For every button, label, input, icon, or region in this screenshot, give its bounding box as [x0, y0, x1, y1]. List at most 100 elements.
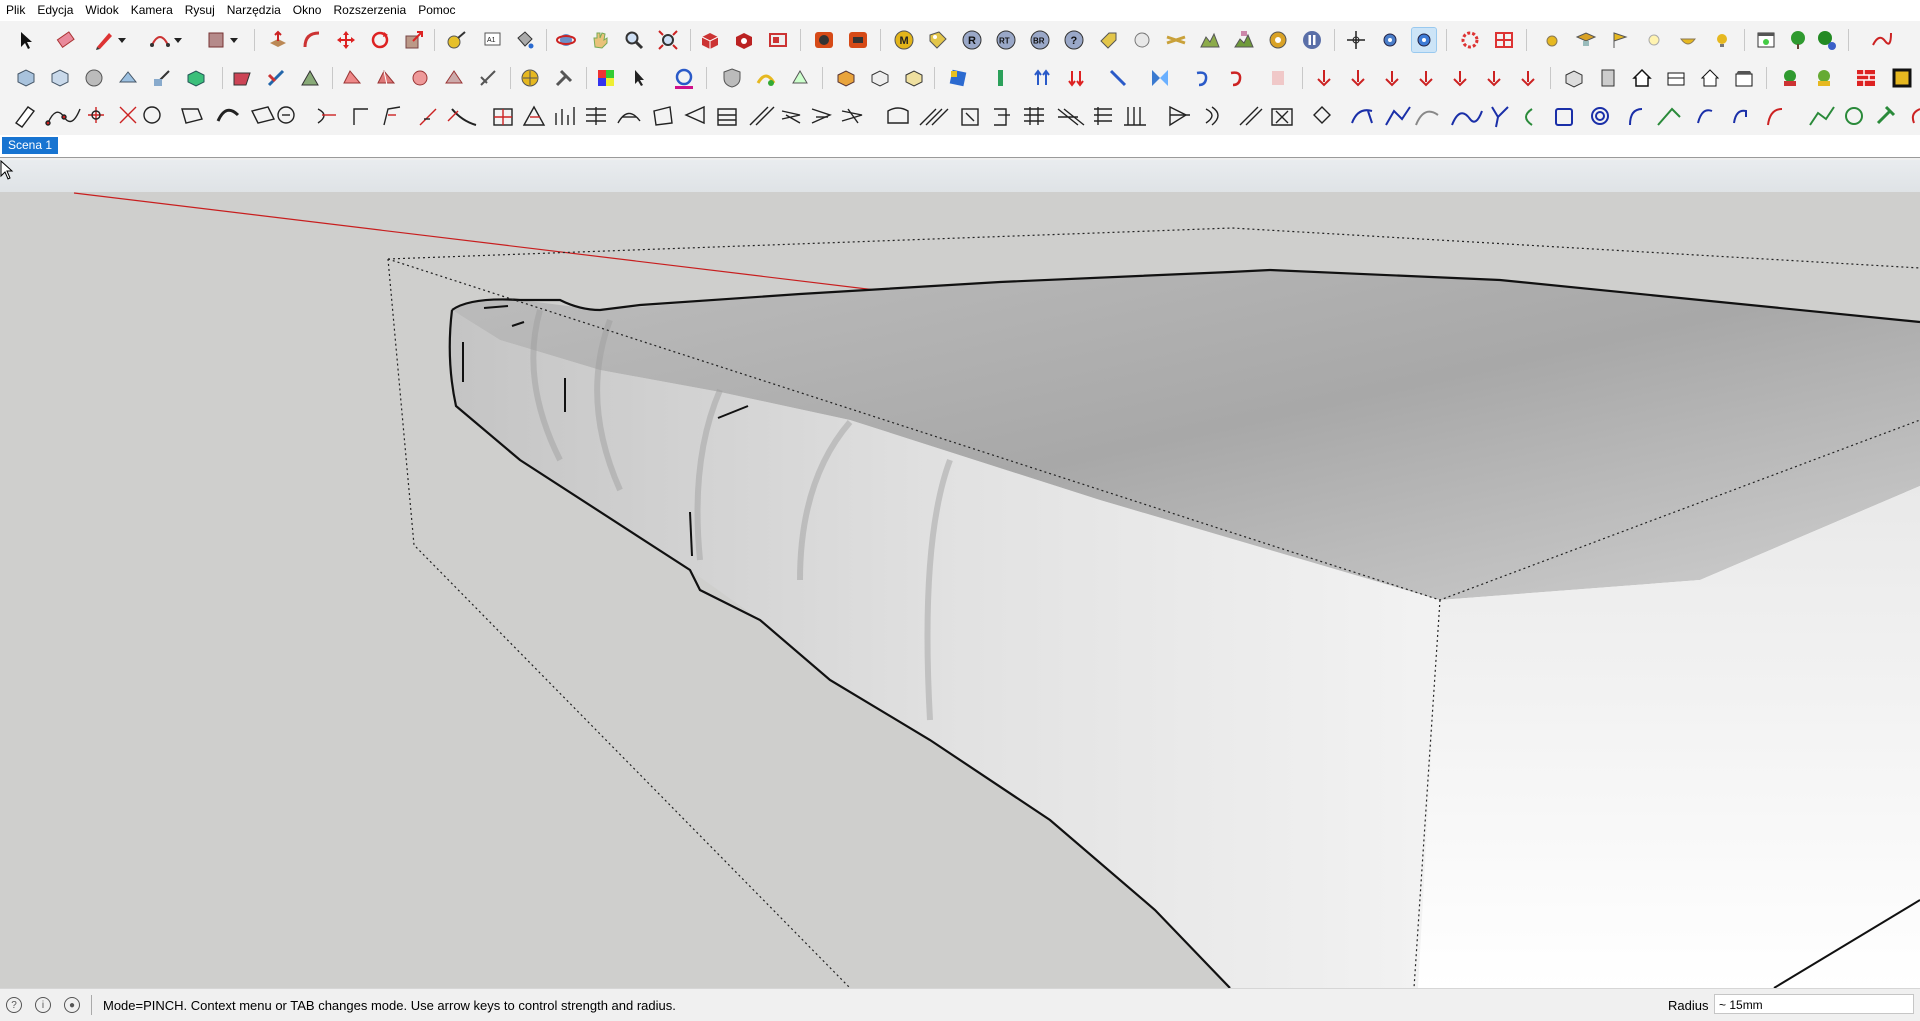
- wall-button[interactable]: [1854, 66, 1878, 90]
- view-top-button[interactable]: [48, 66, 72, 90]
- solid-subtract-button[interactable]: [264, 66, 288, 90]
- axis-ar-button[interactable]: [1380, 66, 1404, 90]
- menu-rysuj[interactable]: Rysuj: [179, 0, 221, 21]
- solid-intersect-button[interactable]: [298, 66, 322, 90]
- follow-me-tool-button[interactable]: [300, 28, 324, 52]
- terrain-stamp-button[interactable]: [1232, 28, 1256, 52]
- model-scene[interactable]: [0, 160, 1920, 988]
- window-tool-button[interactable]: [1754, 28, 1778, 52]
- tree-settings-button[interactable]: [1814, 28, 1838, 52]
- active-sculpt-button[interactable]: [1411, 27, 1437, 53]
- house-box-button[interactable]: [1562, 66, 1586, 90]
- orbit-tool-button[interactable]: [554, 28, 578, 52]
- sphere-tool-button[interactable]: [1130, 28, 1154, 52]
- view-right-button[interactable]: [116, 66, 140, 90]
- warehouse-button[interactable]: [698, 28, 722, 52]
- eraser-tool-button[interactable]: [54, 28, 78, 52]
- axis-af-button[interactable]: [1516, 66, 1540, 90]
- push-pull-tool-button[interactable]: [266, 28, 290, 52]
- trim-tool-button[interactable]: [408, 66, 432, 90]
- cross-tool-button[interactable]: [1164, 28, 1188, 52]
- text-tool-button[interactable]: A1: [480, 28, 504, 52]
- bridge-tool-button[interactable]: [754, 66, 778, 90]
- mode-br-button[interactable]: BR: [1028, 28, 1052, 52]
- credits-icon[interactable]: i: [35, 997, 51, 1013]
- soft-shape-button[interactable]: [788, 66, 812, 90]
- extension-warehouse-button[interactable]: [732, 28, 756, 52]
- bowl-tool-button[interactable]: [1676, 28, 1700, 52]
- scale-tool-button[interactable]: [402, 28, 426, 52]
- menu-narzedzia[interactable]: Narzędzia: [221, 0, 287, 21]
- yellow-sphere-button[interactable]: [1540, 28, 1564, 52]
- door-button[interactable]: [1596, 66, 1620, 90]
- scene-tab-1[interactable]: Scena 1: [2, 137, 59, 154]
- outer-shell-button[interactable]: [442, 66, 466, 90]
- zoom-tool-button[interactable]: [622, 28, 646, 52]
- axis-az-button[interactable]: [1482, 66, 1506, 90]
- faded-button[interactable]: [1266, 66, 1290, 90]
- tools-button[interactable]: [552, 66, 576, 90]
- settings-gear-button[interactable]: [1378, 28, 1402, 52]
- menu-okno[interactable]: Okno: [287, 0, 328, 21]
- zoom-extents-tool-button[interactable]: [656, 28, 680, 52]
- tree-tool-button[interactable]: [1786, 28, 1810, 52]
- select-tool-button[interactable]: [14, 28, 38, 52]
- user-account-icon[interactable]: ●: [64, 997, 80, 1013]
- paint-material-button[interactable]: [946, 66, 970, 90]
- radius-measurement-input[interactable]: ~ 15mm: [1714, 994, 1914, 1014]
- vertical-tool-button[interactable]: [988, 66, 1012, 90]
- arc-tool-button[interactable]: [148, 28, 172, 52]
- view-back-button[interactable]: [150, 66, 174, 90]
- view-left-button[interactable]: [184, 66, 208, 90]
- redo-curve-button[interactable]: [1224, 66, 1248, 90]
- pencil-tool-button[interactable]: [92, 28, 116, 52]
- grid-table-button[interactable]: [1492, 28, 1516, 52]
- roof-button[interactable]: [1698, 66, 1722, 90]
- flag-tool-button[interactable]: [1608, 28, 1632, 52]
- fillet-tool-button[interactable]: [476, 66, 500, 90]
- solid-union-button[interactable]: [230, 66, 254, 90]
- garage-button[interactable]: [1732, 66, 1756, 90]
- menu-plik[interactable]: Plik: [0, 0, 31, 21]
- component-box-button[interactable]: [868, 66, 892, 90]
- section-gear-button[interactable]: [1458, 28, 1482, 52]
- light-tool-button[interactable]: [1642, 28, 1666, 52]
- stretch-button[interactable]: [1106, 66, 1130, 90]
- rectangle-dropdown-chevron[interactable]: [228, 28, 240, 52]
- pointer-sample-button[interactable]: [628, 66, 652, 90]
- rectangle-tool-button[interactable]: [204, 28, 228, 52]
- menu-kamera[interactable]: Kamera: [125, 0, 179, 21]
- arc-dropdown-chevron[interactable]: [172, 28, 184, 52]
- frame-button[interactable]: [1890, 66, 1914, 90]
- shell-tool-button[interactable]: [340, 66, 364, 90]
- shield-tool-button[interactable]: [720, 66, 744, 90]
- record-button[interactable]: [812, 28, 836, 52]
- pause-button[interactable]: [1300, 28, 1324, 52]
- plant-red-button[interactable]: [1778, 66, 1802, 90]
- compass-button[interactable]: [518, 66, 542, 90]
- align-up-button[interactable]: [1030, 66, 1054, 90]
- group-box-button[interactable]: [834, 66, 858, 90]
- explode-box-button[interactable]: [902, 66, 926, 90]
- tag-tool-button[interactable]: [926, 28, 950, 52]
- menu-widok[interactable]: Widok: [79, 0, 124, 21]
- menu-edycja[interactable]: Edycja: [31, 0, 79, 21]
- view-iso-button[interactable]: [14, 66, 38, 90]
- bulb-tool-button[interactable]: [1710, 28, 1734, 52]
- pencil-dropdown-chevron[interactable]: [116, 28, 128, 52]
- axis-av-button[interactable]: [1414, 66, 1438, 90]
- menu-pomoc[interactable]: Pomoc: [412, 0, 461, 21]
- pan-tool-button[interactable]: [588, 28, 612, 52]
- curve-draw-button[interactable]: [1870, 28, 1894, 52]
- label-tool-button[interactable]: [1096, 28, 1120, 52]
- mode-rt-button[interactable]: RT: [994, 28, 1018, 52]
- plant-yellow-button[interactable]: [1812, 66, 1836, 90]
- align-down-button[interactable]: [1064, 66, 1088, 90]
- target-button[interactable]: [1266, 28, 1290, 52]
- gradient-g-button[interactable]: [672, 66, 696, 90]
- paint-bucket-tool-button[interactable]: [512, 28, 536, 52]
- menu-rozszerzenia[interactable]: Rozszerzenia: [327, 0, 412, 21]
- mode-m-button[interactable]: M: [892, 28, 916, 52]
- axis-an-button[interactable]: [1448, 66, 1472, 90]
- rotate-tool-button[interactable]: [368, 28, 392, 52]
